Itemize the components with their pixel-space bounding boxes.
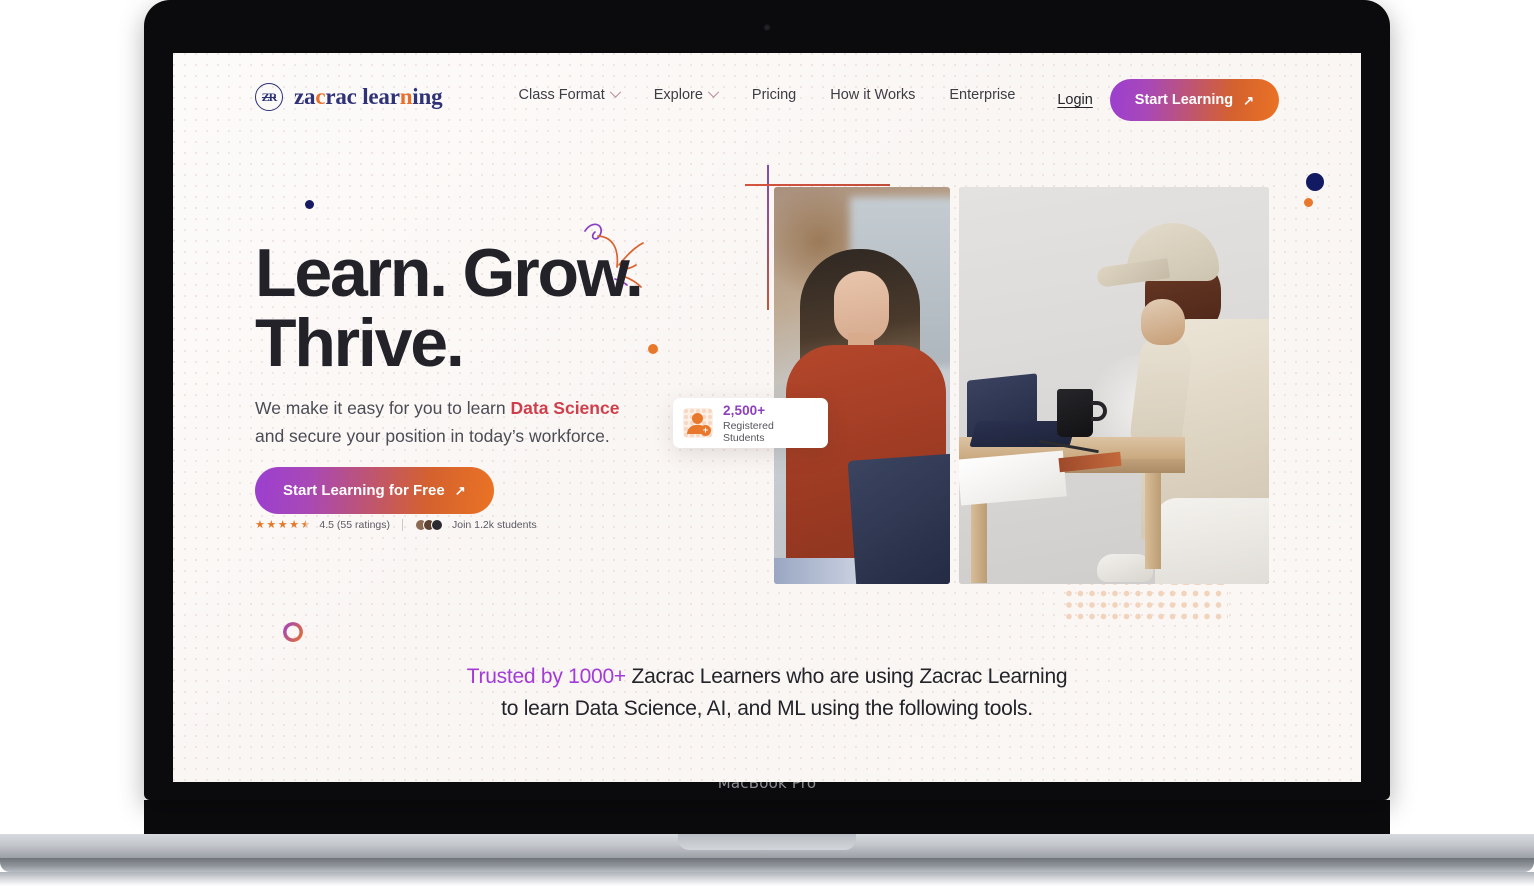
stat-label: Registered Students	[723, 419, 774, 444]
students-count-label: Join 1.2k students	[452, 519, 537, 531]
nav-label: Class Format	[518, 87, 605, 103]
laptop-base-lip	[0, 858, 1534, 872]
star-icon: ★	[266, 518, 277, 531]
trusted-line2: to learn Data Science, AI, and ML using …	[501, 696, 1033, 720]
laptop-lid: MacBook Pro ZR zacrac learning Class For…	[144, 0, 1390, 800]
decor-navy-dot-large	[1306, 173, 1324, 191]
laptop-base-notch	[678, 834, 856, 850]
brand-name: zacrac learning	[294, 84, 443, 110]
star-rating: ★ ★ ★ ★ ★	[255, 518, 311, 531]
screenshot-stage: MacBook Pro ZR zacrac learning Class For…	[0, 0, 1534, 886]
header-actions: Login Start Learning ↗	[1057, 79, 1279, 121]
rating-value: 4.5 (55 ratings)	[319, 519, 390, 531]
main-navigation: Class Format Explore Pricing How it Work…	[502, 86, 1033, 103]
trusted-highlight: Trusted by 1000+	[466, 665, 627, 688]
hero-title-line1: Learn. Grow.	[255, 235, 644, 311]
hero-title-line2: Thrive.	[255, 305, 465, 382]
student-avatars	[415, 519, 443, 531]
brand-name-hl2: n	[399, 84, 413, 109]
nav-item-enterprise[interactable]: Enterprise	[932, 87, 1032, 103]
chevron-down-icon	[610, 86, 622, 98]
hero-sub-pre: We make it easy for you to learn	[255, 398, 511, 418]
logo-mark-bar	[262, 97, 276, 99]
brand-logo[interactable]: ZR zacrac learning	[255, 83, 443, 111]
stat-card-text: 2,500+ Registered Students	[723, 403, 818, 444]
hero-sub-highlight: Data Science	[510, 398, 620, 418]
brand-name-part2: rac lear	[325, 84, 400, 109]
laptop-lid-gap	[144, 800, 1390, 834]
decor-orange-dot-tiny	[1304, 198, 1313, 207]
logo-mark-icon: ZR	[255, 83, 283, 111]
hero-sub-post: and secure your position in today’s work…	[255, 426, 610, 447]
nav-item-class-format[interactable]: Class Format	[502, 86, 637, 103]
star-icon: ★	[255, 518, 265, 531]
registered-students-card: + 2,500+ Registered Students	[673, 398, 828, 448]
brand-name-hl1: c	[315, 84, 326, 109]
star-half-icon: ★	[300, 518, 311, 531]
nav-label: Explore	[653, 87, 703, 103]
chevron-down-icon	[708, 86, 720, 98]
laptop-base-shadow	[0, 872, 1534, 886]
avatar	[431, 519, 443, 531]
trusted-section: Trusted by 1000+ Zacrac Learners who are…	[173, 661, 1361, 724]
nav-label: How it Works	[830, 87, 916, 103]
star-icon: ★	[289, 518, 299, 531]
arrow-northeast-icon: ↗	[1243, 92, 1254, 108]
photo-man-at-desk	[959, 187, 1269, 584]
arrow-northeast-icon: ↗	[454, 483, 466, 498]
hero-subtitle: We make it easy for you to learn Data Sc…	[255, 394, 635, 451]
nav-item-explore[interactable]: Explore	[637, 86, 735, 103]
brand-name-part1: za	[294, 84, 316, 109]
start-learning-label: Start Learning	[1134, 92, 1234, 108]
trusted-rest: Zacrac Learners who are using Zacrac Lea…	[625, 665, 1068, 688]
page-title: Learn. Grow. Thrive.	[255, 235, 644, 382]
nav-item-pricing[interactable]: Pricing	[735, 87, 813, 103]
photo-woman-studying	[774, 187, 950, 584]
site-header: ZR zacrac learning Class Format Explore	[173, 53, 1361, 145]
brand-name-part3: ing	[412, 84, 443, 109]
nav-label: Pricing	[751, 87, 797, 103]
webpage: ZR zacrac learning Class Format Explore	[173, 53, 1361, 782]
decor-cross-vertical-line	[767, 165, 769, 310]
ratings-row: ★ ★ ★ ★ ★ 4.5 (55 ratings) Join 1.2k stu…	[255, 519, 537, 531]
decor-orange-dot	[648, 344, 658, 354]
laptop-screen: ZR zacrac learning Class Format Explore	[173, 53, 1361, 782]
start-learning-for-free-button[interactable]: Start Learning for Free ↗	[255, 467, 494, 514]
add-user-icon: +	[683, 408, 713, 438]
decor-gradient-ring	[283, 622, 303, 642]
start-learning-button[interactable]: Start Learning ↗	[1109, 79, 1279, 121]
nav-item-how-it-works[interactable]: How it Works	[813, 87, 932, 103]
login-link[interactable]: Login	[1057, 92, 1092, 108]
divider	[402, 519, 403, 531]
star-icon: ★	[277, 518, 288, 531]
decor-dot-grid-horizontal	[1066, 579, 1228, 621]
hero-cta-label: Start Learning for Free	[283, 482, 445, 499]
decor-navy-dot-small	[305, 200, 314, 209]
webcam-icon	[763, 24, 771, 31]
decor-cross-horizontal-line	[745, 184, 890, 186]
stat-number: 2,500+	[723, 402, 766, 418]
nav-label: Enterprise	[949, 87, 1016, 103]
